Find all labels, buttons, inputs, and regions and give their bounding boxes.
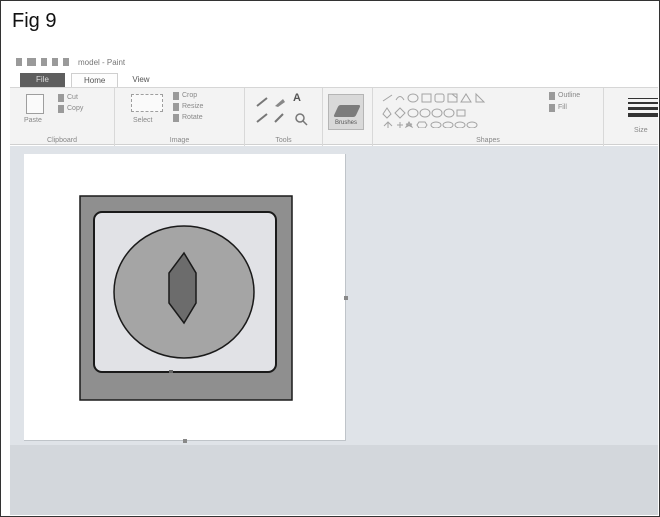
cloud-callout-shape-icon <box>442 121 454 128</box>
rectangle-shape-icon <box>421 93 432 103</box>
up-arrow-shape-icon <box>443 108 455 118</box>
outline-icon[interactable] <box>549 92 555 100</box>
select-button[interactable] <box>131 94 163 112</box>
eraser-icon <box>256 113 268 123</box>
figure-label: Fig 9 <box>12 10 57 32</box>
workspace <box>10 146 658 515</box>
pentagon-shape-icon <box>394 107 406 119</box>
fill-icon <box>275 99 285 107</box>
resize-label[interactable]: Resize <box>182 103 203 110</box>
shapes-gallery[interactable] <box>381 92 531 128</box>
text-tool-icon[interactable]: A <box>293 92 301 104</box>
rotate-icon[interactable] <box>173 114 179 122</box>
cut-label[interactable]: Cut <box>67 94 78 101</box>
customize-toolbar-icon[interactable] <box>63 58 69 66</box>
outline-label[interactable]: Outline <box>558 92 580 99</box>
paste-label: Paste <box>24 117 42 124</box>
right-arrow-shape-icon <box>419 108 431 118</box>
canvas-resize-handle-bottom[interactable] <box>183 439 187 443</box>
size-button[interactable] <box>628 98 658 120</box>
copy-icon[interactable] <box>58 105 64 113</box>
brushes-button[interactable]: Brushes <box>328 94 364 130</box>
fill-shape-icon[interactable] <box>549 104 555 112</box>
canvas-resize-handle-right[interactable] <box>344 296 348 300</box>
copy-label[interactable]: Copy <box>67 105 83 112</box>
tools-group-label: Tools <box>275 137 292 144</box>
right-triangle-shape-icon <box>475 92 486 103</box>
left-arrow-shape-icon <box>431 108 443 118</box>
status-area <box>10 445 658 515</box>
tools-group: A Tools <box>245 88 323 146</box>
paint-app-icon <box>16 58 22 66</box>
tab-home[interactable]: Home <box>71 73 119 87</box>
down-arrow-shape-icon <box>456 109 466 117</box>
cut-icon[interactable] <box>58 94 64 102</box>
six-point-star-shape-icon <box>404 121 414 128</box>
image-group-label: Image <box>169 137 190 144</box>
brushes-label: Brushes <box>334 120 357 126</box>
crop-icon[interactable] <box>173 92 179 100</box>
clipboard-group: Paste Cut Copy Clipboard <box>10 88 115 146</box>
resize-icon[interactable] <box>173 103 179 111</box>
pencil-icon <box>256 97 268 107</box>
selection-handle <box>169 370 173 373</box>
five-point-star-shape-icon <box>397 122 403 128</box>
drawing-canvas[interactable] <box>24 154 348 443</box>
heart-shape-icon <box>454 121 466 128</box>
brush-icon <box>333 105 361 117</box>
tools-icons[interactable] <box>253 94 315 126</box>
rounded-rectangle-shape-icon <box>434 93 445 103</box>
shapes-group-label: Shapes <box>476 137 500 144</box>
paste-button[interactable] <box>26 94 44 114</box>
magnifier-icon <box>295 113 305 123</box>
oval-callout-shape-icon <box>430 121 442 128</box>
drawing <box>79 195 293 401</box>
title-bar: model - Paint <box>10 52 658 72</box>
fill-label[interactable]: Fill <box>558 104 567 111</box>
polygon-shape-icon <box>447 93 458 103</box>
triangle-shape-icon <box>460 93 472 103</box>
lightning-shape-icon <box>466 121 478 128</box>
rotate-label[interactable]: Rotate <box>182 114 203 121</box>
image-group: Select Crop Resize Rotate Image <box>115 88 245 146</box>
window-title: model - Paint <box>78 57 126 67</box>
callout-shape-icon <box>416 121 428 128</box>
diamond-shape-icon <box>382 107 392 119</box>
line-shape-icon <box>382 94 393 102</box>
ribbon-tabs: File Home View <box>10 72 658 87</box>
shapes-group: Outline Fill Shapes <box>372 88 604 146</box>
four-point-star-shape-icon <box>383 121 393 128</box>
tab-file[interactable]: File <box>20 73 65 87</box>
hexagon-shape-icon <box>407 108 419 118</box>
color-picker-icon <box>274 113 284 123</box>
clipboard-group-label: Clipboard <box>47 137 77 144</box>
curve-shape-icon <box>395 96 405 101</box>
redo-icon[interactable] <box>52 58 58 66</box>
undo-icon[interactable] <box>41 58 47 66</box>
size-label: Size <box>634 127 648 134</box>
save-icon[interactable] <box>27 58 36 66</box>
paint-window: model - Paint File Home View Paste Cut C… <box>10 52 658 515</box>
oval-shape-icon <box>407 93 419 103</box>
ribbon: Paste Cut Copy Clipboard Select Crop Res… <box>10 87 658 146</box>
crop-label[interactable]: Crop <box>182 92 197 99</box>
select-label: Select <box>133 117 153 124</box>
tab-view[interactable]: View <box>120 73 161 87</box>
